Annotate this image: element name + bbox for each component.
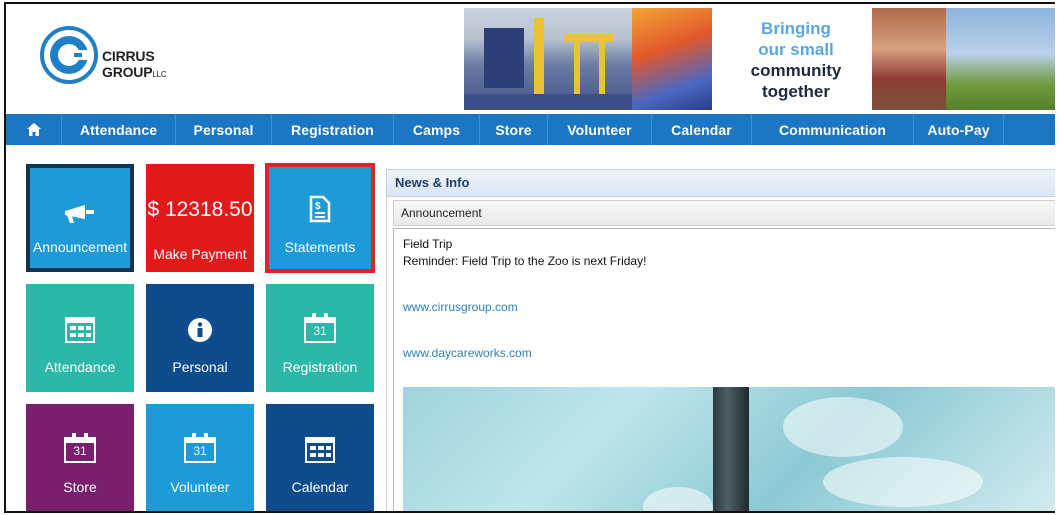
main-nav: Attendance Personal Registration Camps S… [6, 114, 1055, 145]
tile-calendar-label: Calendar [291, 479, 349, 495]
calendar-31-icon: 31 [266, 313, 374, 346]
tile-personal-label: Personal [172, 359, 228, 375]
tile-attendance[interactable]: Attendance [26, 284, 134, 392]
announcement-body: Reminder: Field Trip to the Zoo is next … [403, 254, 647, 268]
nav-volunteer[interactable]: Volunteer [548, 114, 652, 145]
calendar-grid-icon [26, 314, 134, 346]
document-dollar-icon: $ [269, 193, 371, 225]
tile-calendar[interactable]: Calendar [266, 404, 374, 511]
panel-title: News & Info [387, 170, 1055, 197]
calendar-31-icon: 31 [146, 433, 254, 466]
news-info-panel: News & Info Announcement Field Trip Remi… [386, 169, 1055, 511]
calendar-31-icon: 31 [26, 433, 134, 466]
banner-photo-kids-playing [946, 8, 1055, 110]
slogan-line-2: our small [758, 40, 834, 59]
nav-camps[interactable]: Camps [394, 114, 480, 145]
link-cirrusgroup[interactable]: www.cirrusgroup.com [403, 300, 518, 314]
announcement-title: Field Trip [403, 237, 453, 251]
announcement-content: Field Trip Reminder: Field Trip to the Z… [393, 228, 1055, 511]
slogan-line-3: community [750, 61, 842, 80]
logo[interactable]: CIRRUS GROUPLLC [40, 26, 220, 86]
tile-registration[interactable]: 31 Registration [266, 284, 374, 392]
brand-name: CIRRUS GROUP [102, 48, 155, 80]
tile-store-label: Store [63, 479, 97, 495]
tile-make-payment[interactable]: $ 12318.50 Make Payment [146, 164, 254, 272]
brand-suffix: LLC [152, 70, 167, 79]
slogan-line-1: Bringing [761, 19, 831, 38]
nav-attendance[interactable]: Attendance [62, 114, 176, 145]
announcement-image [403, 387, 1055, 511]
banner-photo-playground [464, 8, 632, 110]
balance-amount: $ 12318.50 [147, 198, 253, 221]
tile-personal[interactable]: Personal [146, 284, 254, 392]
home-icon [26, 123, 41, 136]
nav-personal[interactable]: Personal [176, 114, 272, 145]
nav-calendar[interactable]: Calendar [652, 114, 752, 145]
megaphone-icon [30, 198, 130, 230]
calendar-grid-icon [266, 434, 374, 466]
header: CIRRUS GROUPLLC Bringing our small commu… [6, 4, 1055, 114]
tile-make-payment-label: Make Payment [153, 246, 247, 262]
banner-photo-child [632, 8, 712, 110]
nav-communication[interactable]: Communication [752, 114, 914, 145]
link-daycareworks[interactable]: www.daycareworks.com [403, 346, 532, 360]
nav-home[interactable] [6, 114, 62, 145]
logo-text: CIRRUS GROUPLLC [102, 48, 220, 80]
nav-auto-pay[interactable]: Auto-Pay [914, 114, 1004, 145]
page-frame: CIRRUS GROUPLLC Bringing our small commu… [4, 2, 1055, 513]
tile-announcement[interactable]: Announcement [26, 164, 134, 272]
nav-store[interactable]: Store [480, 114, 548, 145]
slogan-line-4: together [762, 82, 830, 101]
tab-announcement[interactable]: Announcement [393, 200, 1055, 226]
tile-volunteer-label: Volunteer [170, 479, 230, 495]
tile-volunteer[interactable]: 31 Volunteer [146, 404, 254, 511]
banner-photo-toddler [872, 8, 946, 110]
info-icon [146, 314, 254, 346]
tile-attendance-label: Attendance [44, 359, 116, 375]
nav-registration[interactable]: Registration [272, 114, 394, 145]
cirrus-logo-icon [40, 26, 98, 84]
svg-text:$: $ [315, 201, 321, 212]
tile-statements[interactable]: $ Statements [265, 163, 375, 273]
tile-announcement-label: Announcement [32, 239, 128, 255]
tile-store[interactable]: 31 Store [26, 404, 134, 511]
header-banner: Bringing our small community together [464, 4, 1055, 112]
tile-registration-label: Registration [282, 359, 358, 375]
tile-statements-label: Statements [284, 239, 356, 255]
banner-slogan: Bringing our small community together [722, 18, 870, 102]
